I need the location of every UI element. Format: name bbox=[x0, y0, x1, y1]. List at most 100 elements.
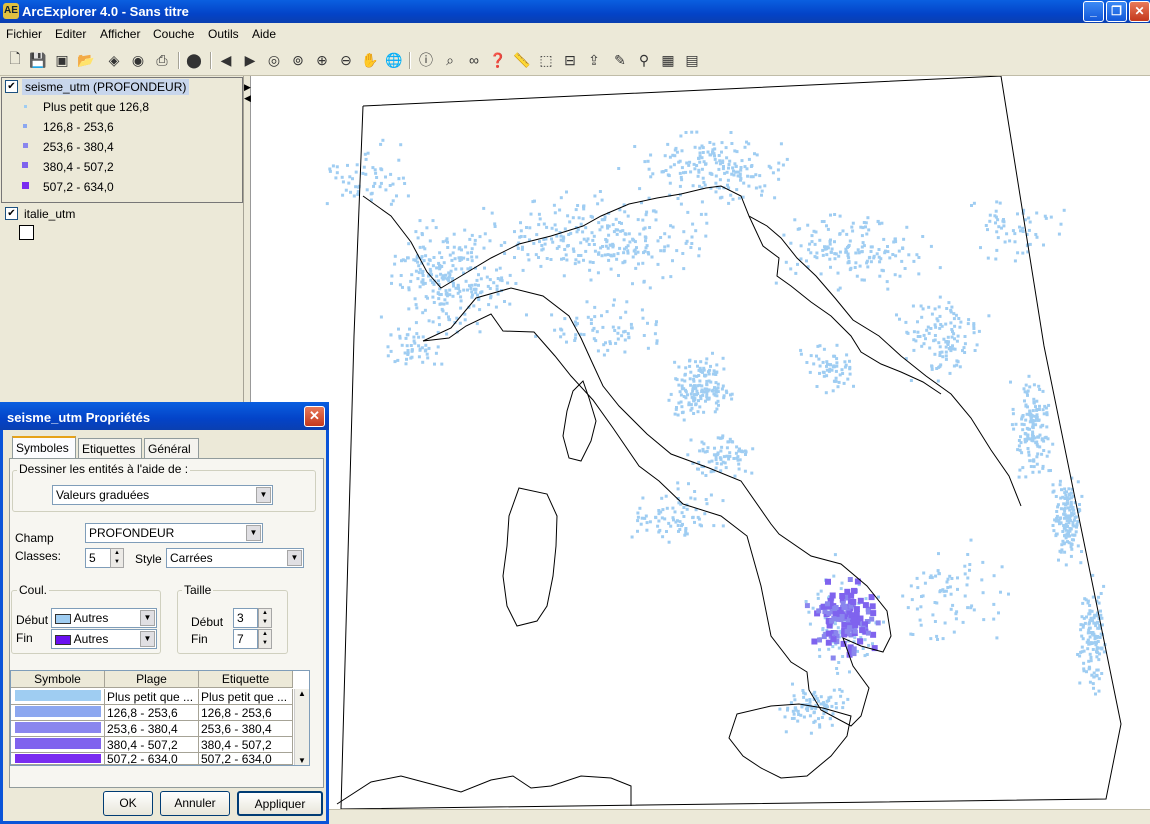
zoom-out-icon[interactable]: ⊖ bbox=[337, 51, 355, 69]
close-button[interactable]: ✕ bbox=[1129, 1, 1150, 22]
open-icon[interactable]: 📂 bbox=[77, 51, 95, 69]
classes-spinner[interactable]: ▲ ▼ bbox=[110, 548, 124, 568]
measure-icon[interactable]: 📏 bbox=[513, 51, 531, 69]
clear-select-icon[interactable]: ⊟ bbox=[561, 51, 579, 69]
champ-select[interactable]: PROFONDEUR ▼ bbox=[85, 523, 263, 543]
select-icon[interactable]: ⬚ bbox=[537, 51, 555, 69]
menu-editer[interactable]: Editer bbox=[55, 27, 86, 41]
couleur-debut-select[interactable]: Autres ▼ bbox=[51, 608, 157, 628]
query-icon[interactable]: ❓ bbox=[489, 51, 507, 69]
print-icon[interactable]: ⎙ bbox=[153, 51, 171, 69]
save-as-icon[interactable]: ▣ bbox=[53, 51, 71, 69]
grid-header-plage[interactable]: Plage bbox=[105, 671, 199, 688]
find-icon[interactable]: ⌕ bbox=[441, 51, 459, 69]
zoom-in-icon[interactable]: ⊕ bbox=[313, 51, 331, 69]
menu-couche[interactable]: Couche bbox=[153, 27, 194, 41]
layer-italie-name[interactable]: italie_utm bbox=[24, 207, 75, 221]
expand-arrow-icon[interactable]: ▶ bbox=[244, 82, 251, 93]
globe-icon[interactable]: 🌐 bbox=[385, 51, 403, 69]
properties-icon[interactable]: ✎ bbox=[611, 51, 629, 69]
new-icon[interactable]: 🗋 bbox=[6, 50, 24, 69]
map-horizontal-scrollbar[interactable] bbox=[251, 809, 1150, 824]
minimize-button[interactable]: _ bbox=[1083, 1, 1104, 22]
binoculars-icon[interactable]: ∞ bbox=[465, 51, 483, 69]
chevron-down-icon[interactable]: ▼ bbox=[246, 525, 261, 541]
grid-plage-cell[interactable]: 126,8 - 253,6 bbox=[105, 705, 199, 721]
earthquake-point bbox=[592, 337, 596, 341]
tab-general[interactable]: Général bbox=[144, 438, 199, 458]
grid-symbol-cell[interactable] bbox=[11, 753, 105, 765]
scroll-down-icon[interactable]: ▼ bbox=[295, 756, 309, 765]
grid-etiquette-cell[interactable]: Plus petit que ... bbox=[199, 689, 293, 705]
grid-etiquette-cell[interactable]: 253,6 - 380,4 bbox=[199, 721, 293, 737]
menu-outils[interactable]: Outils bbox=[208, 27, 239, 41]
grid-plage-cell[interactable]: 507,2 - 634,0 bbox=[105, 753, 199, 765]
menu-aide[interactable]: Aide bbox=[252, 27, 276, 41]
cancel-button[interactable]: Annuler bbox=[160, 791, 230, 816]
grid-icon[interactable]: ▦ bbox=[659, 51, 677, 69]
pan-icon[interactable]: ✋ bbox=[361, 51, 379, 69]
table-icon[interactable]: ▤ bbox=[683, 51, 701, 69]
remove-layer-icon[interactable]: ◉ bbox=[129, 51, 147, 69]
grid-etiquette-cell[interactable]: 507,2 - 634,0 bbox=[199, 753, 293, 765]
restore-button[interactable]: ❐ bbox=[1106, 1, 1127, 22]
chevron-down-icon[interactable]: ▼ bbox=[287, 550, 302, 566]
zoom-full-icon[interactable]: ⊚ bbox=[289, 51, 307, 69]
grid-plage-cell[interactable]: 380,4 - 507,2 bbox=[105, 737, 199, 753]
collapse-arrow-icon[interactable]: ◀ bbox=[244, 93, 251, 104]
grid-vertical-scrollbar[interactable]: ▲ ▼ bbox=[294, 689, 309, 765]
grid-symbol-cell[interactable] bbox=[11, 737, 105, 753]
add-layer-icon[interactable]: ◈ bbox=[105, 51, 123, 69]
back-extent-icon[interactable]: ◀ bbox=[217, 51, 235, 69]
chevron-down-icon[interactable]: ▼ bbox=[256, 487, 271, 503]
scroll-up-icon[interactable]: ▲ bbox=[295, 689, 309, 698]
layer-seisme-checkbox[interactable]: ✔ bbox=[5, 80, 18, 93]
layer-seisme-name[interactable]: seisme_utm (PROFONDEUR) bbox=[22, 79, 190, 95]
grid-symbol-cell[interactable] bbox=[11, 721, 105, 737]
chevron-down-icon[interactable]: ▼ bbox=[140, 610, 155, 626]
zoom-layer-icon[interactable]: ◎ bbox=[265, 51, 283, 69]
draw-method-select[interactable]: Valeurs graduées ▼ bbox=[52, 485, 273, 505]
earthquake-point bbox=[606, 224, 609, 228]
earthquake-point bbox=[700, 388, 704, 392]
grid-etiquette-cell[interactable]: 126,8 - 253,6 bbox=[199, 705, 293, 721]
grid-header-symbole[interactable]: Symbole bbox=[11, 671, 105, 688]
taille-debut-input[interactable]: 3 bbox=[233, 608, 258, 628]
forward-extent-icon[interactable]: ▶ bbox=[241, 51, 259, 69]
earthquake-point bbox=[618, 246, 622, 250]
tab-etiquettes[interactable]: Etiquettes bbox=[78, 438, 142, 458]
layer-italie-checkbox[interactable]: ✔ bbox=[5, 207, 18, 220]
grid-header-etiquette[interactable]: Etiquette bbox=[199, 671, 293, 688]
export-icon[interactable]: ⇪ bbox=[585, 51, 603, 69]
dialog-close-button[interactable]: ✕ bbox=[304, 406, 325, 427]
classes-input[interactable]: 5 bbox=[85, 548, 111, 568]
taille-fin-label: Fin bbox=[191, 632, 208, 646]
style-select[interactable]: Carrées ▼ bbox=[166, 548, 304, 568]
earthquake-point bbox=[413, 297, 417, 301]
ok-button[interactable]: OK bbox=[103, 791, 153, 816]
identify-icon[interactable]: ⓘ bbox=[417, 51, 435, 69]
menu-fichier[interactable]: Fichier bbox=[6, 27, 42, 41]
chevron-down-icon[interactable]: ▼ bbox=[140, 631, 155, 647]
grid-etiquette-cell[interactable]: 380,4 - 507,2 bbox=[199, 737, 293, 753]
earthquake-point bbox=[876, 220, 880, 224]
earthquake-point bbox=[703, 374, 707, 378]
map-canvas[interactable] bbox=[251, 75, 1150, 810]
taille-debut-spinner[interactable]: ▲ ▼ bbox=[258, 608, 272, 628]
earthquake-point bbox=[682, 418, 686, 422]
search-map-icon[interactable]: ⚲ bbox=[635, 51, 653, 69]
grid-symbol-cell[interactable] bbox=[11, 705, 105, 721]
grid-plage-cell[interactable]: 253,6 - 380,4 bbox=[105, 721, 199, 737]
menu-afficher[interactable]: Afficher bbox=[100, 27, 140, 41]
save-icon[interactable]: 💾 bbox=[29, 51, 47, 69]
apply-button[interactable]: Appliquer bbox=[237, 791, 323, 816]
tab-symboles[interactable]: Symboles bbox=[12, 436, 76, 459]
map-view[interactable] bbox=[251, 75, 1150, 810]
earthquake-point bbox=[689, 438, 693, 442]
couleur-fin-select[interactable]: Autres ▼ bbox=[51, 629, 157, 649]
grid-plage-cell[interactable]: Plus petit que ... bbox=[105, 689, 199, 705]
taille-fin-spinner[interactable]: ▲ ▼ bbox=[258, 629, 272, 649]
stop-icon[interactable]: ⬤ bbox=[185, 51, 203, 69]
taille-fin-input[interactable]: 7 bbox=[233, 629, 258, 649]
grid-symbol-cell[interactable] bbox=[11, 689, 105, 705]
